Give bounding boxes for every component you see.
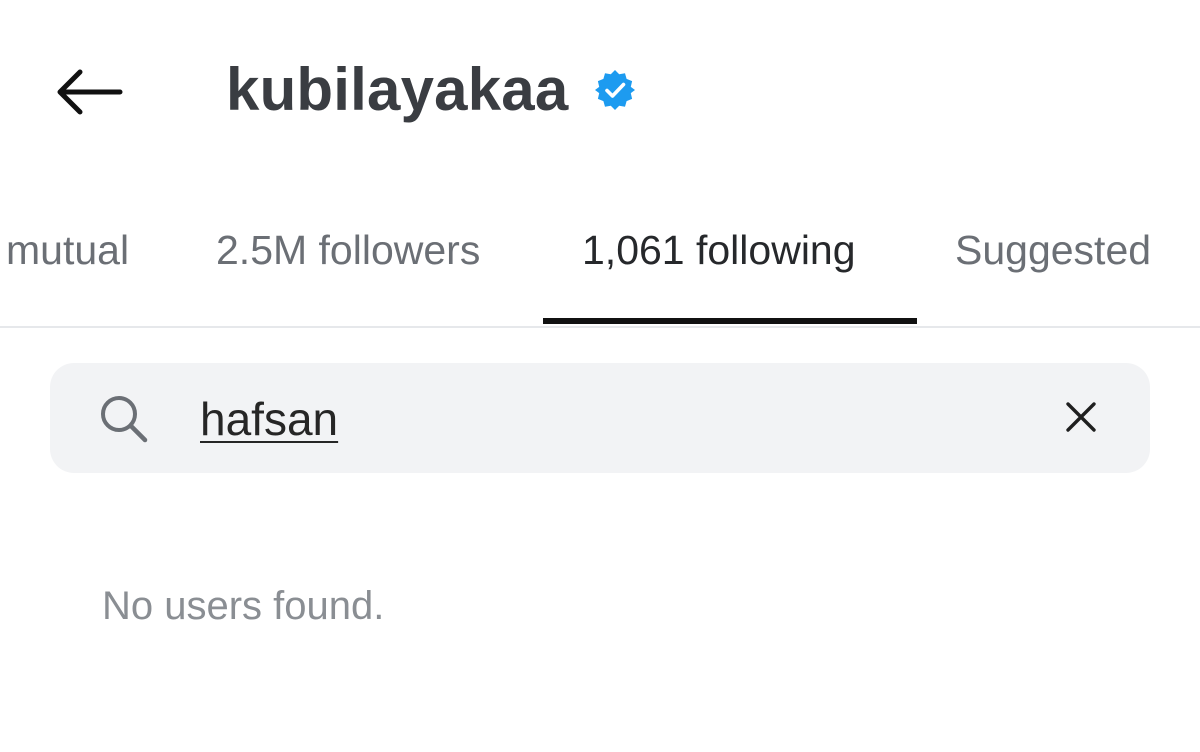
tab-mutual[interactable]: mutual [6,230,129,271]
follow-tabs: mutual 2.5M followers 1,061 following Su… [0,196,1200,326]
empty-results-message: No users found. [102,584,385,628]
profile-header: kubilayakaa [0,0,1200,180]
search-input[interactable] [200,388,1020,450]
arrow-left-icon [57,69,123,115]
title-wrap: kubilayakaa [226,52,636,128]
active-tab-indicator [543,318,917,324]
tab-followers[interactable]: 2.5M followers [216,230,480,271]
search-icon [96,391,152,447]
username-title: kubilayakaa [226,56,569,123]
verified-badge-icon [594,69,636,111]
back-button[interactable] [48,60,128,124]
clear-search-button[interactable] [1056,392,1106,442]
tabs-divider [0,326,1200,328]
tab-following[interactable]: 1,061 following [582,230,856,271]
tab-suggested[interactable]: Suggested [955,230,1151,271]
close-icon [1066,402,1096,432]
